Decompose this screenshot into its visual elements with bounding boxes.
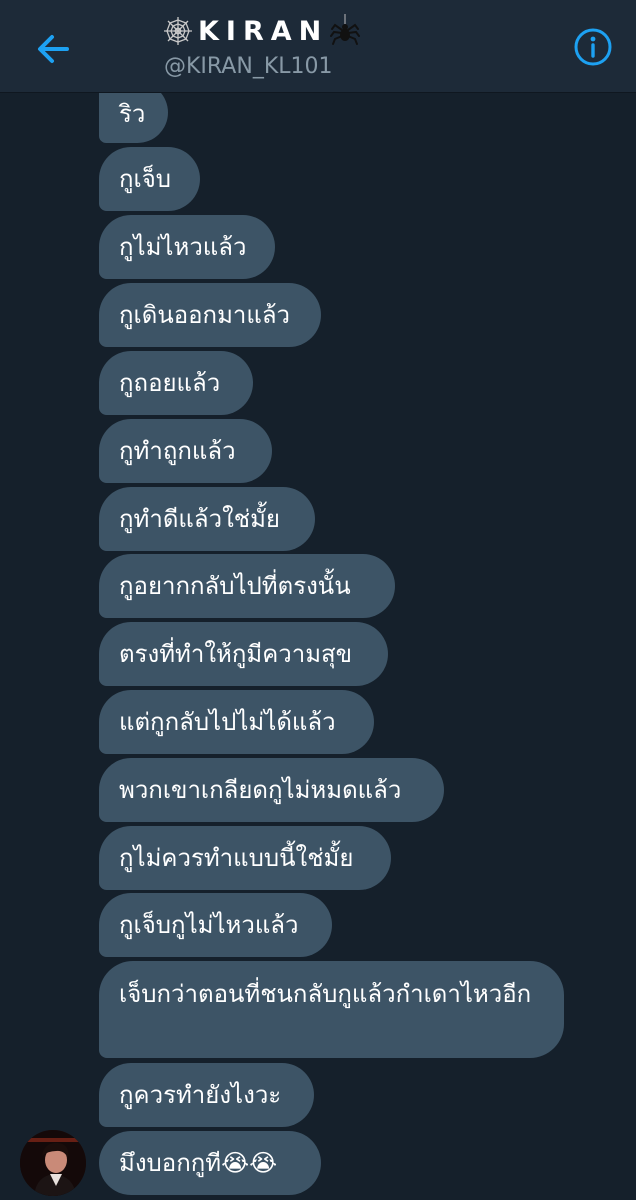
message-bubble[interactable]: กูถอยแล้ว xyxy=(99,351,253,415)
message-bubble[interactable]: กูไม่ควรทำแบบนี้ใช่มั้ย xyxy=(99,826,391,890)
user-handle: @KIRAN_KL101 xyxy=(164,54,333,79)
message-bubble[interactable]: พวกเขาเกลียดกูไม่หมดแล้ว xyxy=(99,758,444,822)
message-thread: ริว กูเจ็บ กูไม่ไหวแล้ว กูเดินออกมาแล้ว … xyxy=(0,0,636,1200)
message-bubble[interactable]: กูทำดีแล้วใช่มั้ย xyxy=(99,487,315,551)
avatar-image xyxy=(20,1130,86,1196)
display-name: KIRAN xyxy=(198,15,329,47)
conversation-header: KIRAN @KIRAN_KL101 xyxy=(0,0,636,93)
conversation-title[interactable]: KIRAN @KIRAN_KL101 xyxy=(162,8,361,88)
message-bubble[interactable]: กูอยากกลับไปที่ตรงนั้น xyxy=(99,554,395,618)
back-button[interactable] xyxy=(28,24,78,74)
message-bubble[interactable]: กูเจ็บ xyxy=(99,147,200,211)
message-bubble[interactable]: กูเจ็บกูไม่ไหวแล้ว xyxy=(99,893,332,957)
message-bubble[interactable]: กูไม่ไหวแล้ว xyxy=(99,215,275,279)
message-bubble[interactable]: กูควรทำยังไงวะ xyxy=(99,1063,314,1127)
info-icon xyxy=(574,28,612,66)
message-bubble[interactable]: กูทำถูกแล้ว xyxy=(99,419,272,483)
message-bubble[interactable]: แต่กูกลับไปไม่ได้แล้ว xyxy=(99,690,374,754)
message-bubble[interactable]: เจ็บกว่าตอนที่ชนกลับกูแล้วกำเดาไหวอีก xyxy=(99,961,564,1058)
message-bubble[interactable]: มึงบอกกูที😭😭 xyxy=(99,1131,321,1195)
info-button[interactable] xyxy=(573,27,613,67)
spider-icon xyxy=(330,14,361,45)
spider-web-icon xyxy=(164,17,192,45)
arrow-left-icon xyxy=(38,35,69,63)
avatar[interactable] xyxy=(20,1130,86,1196)
message-bubble[interactable]: ตรงที่ทำให้กูมีความสุข xyxy=(99,622,388,686)
message-bubble[interactable]: กูเดินออกมาแล้ว xyxy=(99,283,321,347)
